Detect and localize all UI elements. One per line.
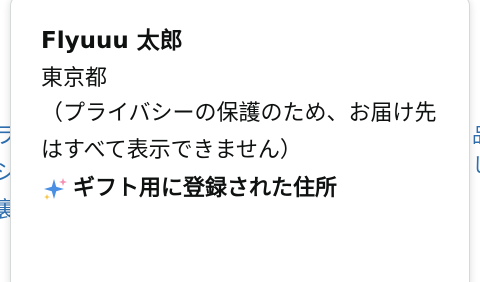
- background-left-fragments: ラ シ 裏: [0, 118, 17, 229]
- recipient-prefecture: 東京都: [41, 66, 108, 91]
- gift-address-row: ギフト用に登録された住所: [41, 169, 461, 209]
- background-fragment: ラ: [0, 124, 17, 149]
- background-fragment: し: [472, 150, 480, 180]
- sparkle-icon: [44, 178, 67, 200]
- gift-address-label: ギフト用に登録された住所: [73, 176, 338, 201]
- background-fragment: シ: [0, 161, 17, 186]
- address-details: Flyuuu 太郎 東京都 （プライバシーの保護のため、お届け先はすべて表示でき…: [41, 25, 461, 209]
- address-popover: Flyuuu 太郎 東京都 （プライバシーの保護のため、お届け先はすべて表示でき…: [10, 0, 470, 282]
- recipient-name: Flyuuu 太郎: [41, 28, 183, 54]
- page: ラ シ 裏 品 し Flyuuu 太郎 東京都 （プライバシーの保護のため、お届…: [0, 0, 480, 282]
- background-fragment: 品: [472, 120, 480, 150]
- privacy-notice: （プライバシーの保護のため、お届け先はすべて表示できません）: [41, 101, 437, 163]
- background-fragment: 裏: [0, 198, 17, 223]
- background-right-fragments: 品 し: [472, 120, 480, 180]
